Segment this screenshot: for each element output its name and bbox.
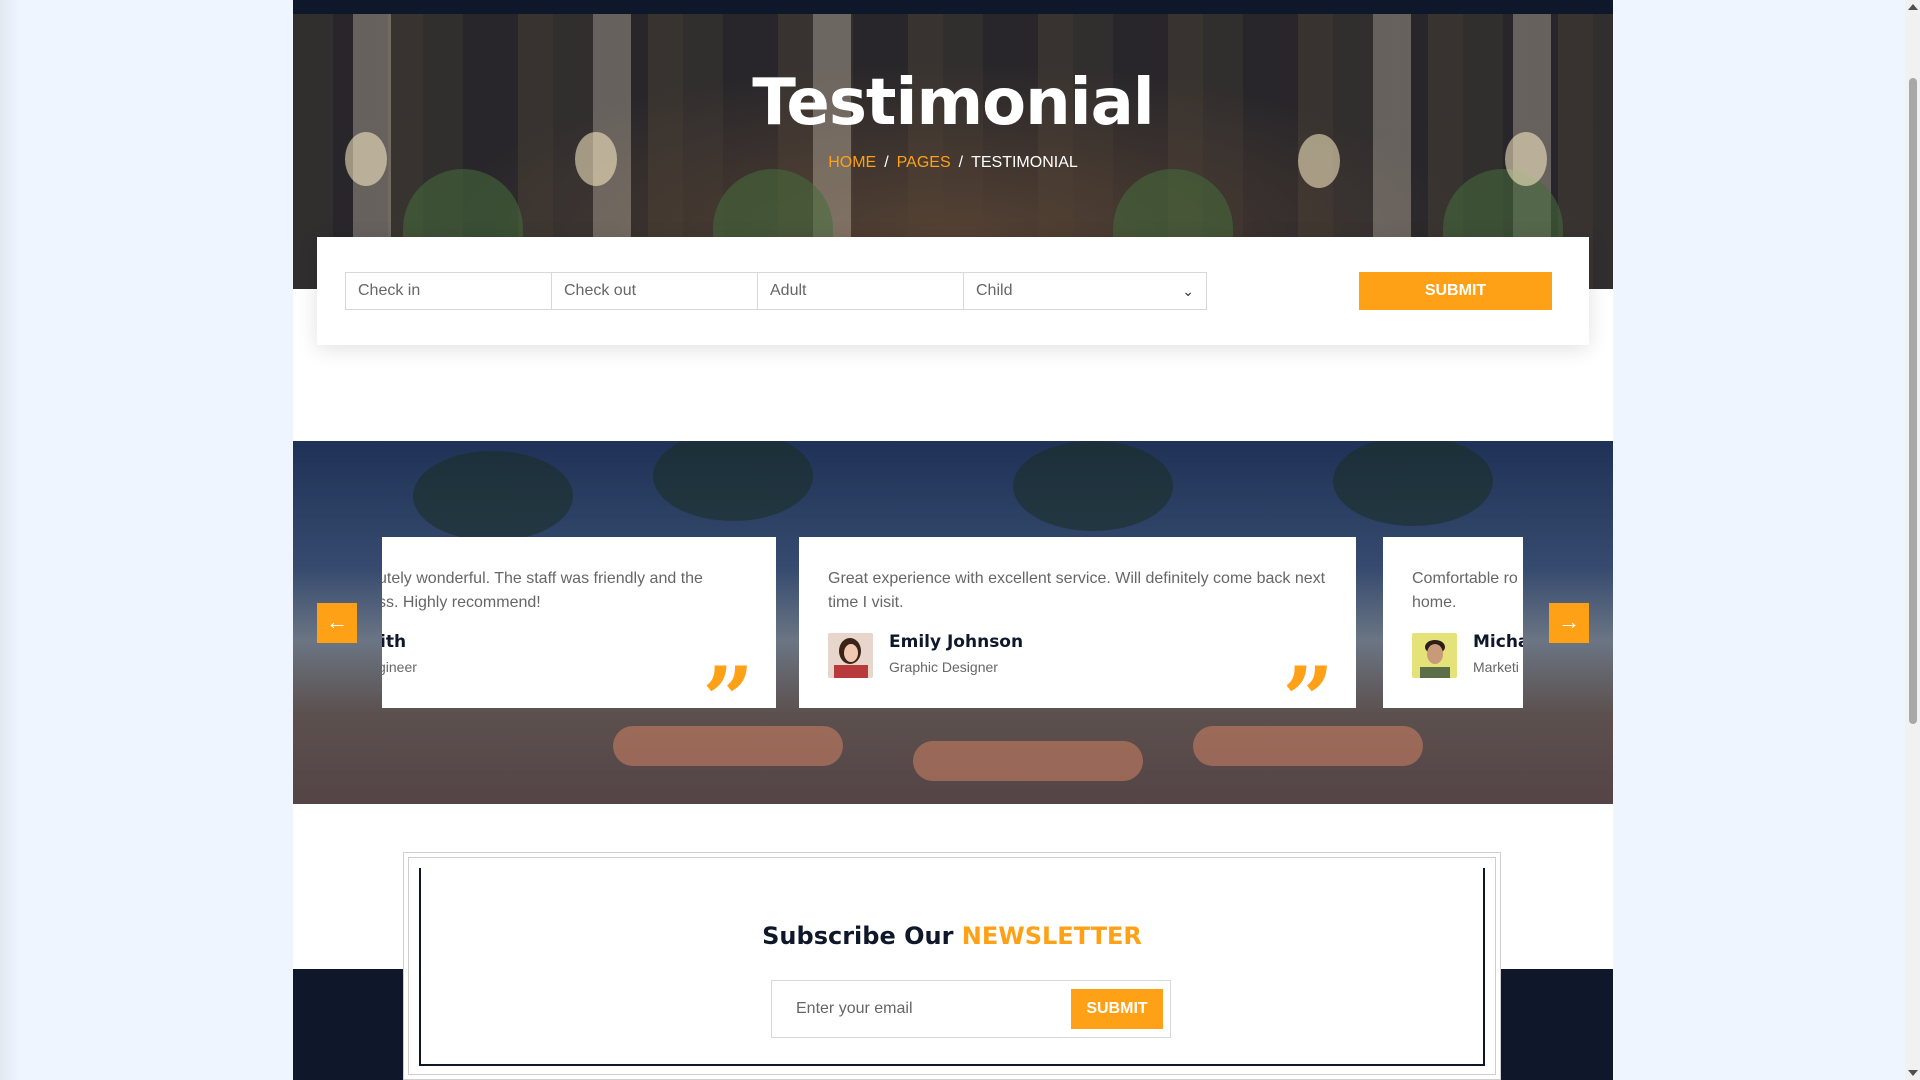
- testimonial-role: Marketi: [1473, 659, 1519, 675]
- testimonial-card: utely wonderful. The staff was friendly …: [382, 537, 776, 708]
- avatar-photo: [1412, 633, 1457, 678]
- background-palm: [413, 451, 573, 541]
- page-container: Testimonial HOME / PAGES / TESTIMONIAL Check…: [293, 0, 1613, 1080]
- testimonial-text: Comfortable ro home.: [1412, 567, 1518, 615]
- booking-form: Check in Check out Adult ⌄ Child ⌄ SUBMI…: [317, 237, 1589, 345]
- background-palm: [1333, 441, 1493, 526]
- testimonial-text-line: Comfortable ro: [1412, 570, 1518, 587]
- testimonial-role: gineer: [382, 659, 417, 675]
- newsletter-box: Subscribe Our NEWSLETTER Enter your emai…: [403, 852, 1501, 1080]
- testimonial-role: Graphic Designer: [889, 659, 998, 675]
- top-nav-strip: [293, 0, 1613, 14]
- newsletter-email-input[interactable]: Enter your email: [796, 981, 913, 1037]
- newsletter-inner-frame: Subscribe Our NEWSLETTER Enter your emai…: [408, 857, 1496, 1075]
- newsletter-title-accent: NEWSLETTER: [961, 922, 1142, 950]
- newsletter-title: Subscribe Our NEWSLETTER: [421, 922, 1483, 950]
- background-lounger: [913, 741, 1143, 781]
- testimonial-text-line: utely wonderful. The staff was friendly …: [382, 570, 703, 587]
- testimonial-text-line: home.: [1412, 594, 1457, 611]
- background-lounger: [1193, 726, 1423, 766]
- chevron-down-icon: ⌄: [1182, 283, 1194, 299]
- testimonial-section: utely wonderful. The staff was friendly …: [293, 441, 1613, 804]
- breadcrumb-pages-link[interactable]: PAGES: [897, 154, 951, 171]
- quote-icon: ”: [702, 647, 754, 708]
- testimonial-text-line: Great experience with excellent service.…: [828, 570, 1326, 587]
- carousel-next-button[interactable]: →: [1549, 603, 1589, 643]
- testimonial-text: Great experience with excellent service.…: [828, 567, 1325, 615]
- scrollbar-thumb[interactable]: [1909, 78, 1917, 724]
- testimonial-name: Emily Johnson: [889, 632, 1024, 652]
- window-edge-shade: [0, 0, 20, 1080]
- breadcrumb: HOME / PAGES / TESTIMONIAL: [293, 154, 1613, 172]
- testimonial-text-line: ss. Highly recommend!: [382, 594, 541, 611]
- background-palm: [653, 441, 813, 521]
- scroll-down-arrow-icon[interactable]: [1908, 1070, 1918, 1076]
- breadcrumb-home-link[interactable]: HOME: [828, 154, 876, 171]
- quote-icon: ”: [1282, 647, 1334, 708]
- avatar: [828, 633, 873, 678]
- breadcrumb-separator: /: [958, 154, 964, 171]
- arrow-right-icon: →: [1558, 609, 1580, 634]
- page-scrollbar[interactable]: [1905, 0, 1920, 1080]
- testimonial-name: ith: [382, 632, 407, 652]
- testimonial-text-line: time I visit.: [828, 594, 904, 611]
- testimonial-card: Comfortable ro home. Micha Marketi: [1383, 537, 1523, 708]
- adult-select-label: Adult: [770, 282, 807, 299]
- page-title: Testimonial: [752, 66, 1154, 140]
- newsletter-body: Subscribe Our NEWSLETTER Enter your emai…: [419, 868, 1485, 1066]
- child-select-label: Child: [976, 282, 1013, 299]
- avatar-photo: [828, 633, 873, 678]
- arrow-left-icon: ←: [326, 609, 348, 634]
- newsletter-title-prefix: Subscribe Our: [762, 922, 954, 950]
- breadcrumb-separator: /: [884, 154, 889, 171]
- background-palm: [1013, 441, 1173, 531]
- booking-submit-button[interactable]: SUBMIT: [1359, 272, 1552, 310]
- newsletter-form: Enter your email SUBMIT: [771, 980, 1171, 1038]
- breadcrumb-current: TESTIMONIAL: [971, 154, 1078, 171]
- testimonial-text: utely wonderful. The staff was friendly …: [382, 567, 703, 615]
- newsletter-submit-button[interactable]: SUBMIT: [1071, 989, 1163, 1029]
- testimonial-name: Micha: [1473, 632, 1523, 652]
- testimonial-card: Great experience with excellent service.…: [799, 537, 1356, 708]
- carousel-prev-button[interactable]: ←: [317, 603, 357, 643]
- child-select[interactable]: Child ⌄: [963, 272, 1207, 310]
- scroll-up-arrow-icon[interactable]: [1908, 4, 1918, 10]
- background-lounger: [613, 726, 843, 766]
- avatar: [1412, 633, 1457, 678]
